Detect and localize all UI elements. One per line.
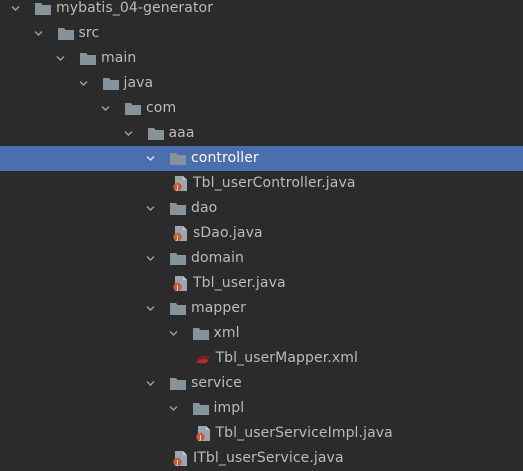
tree-folder-row[interactable]: aaa (0, 121, 523, 146)
tree-folder-row[interactable]: com (0, 96, 523, 121)
folder-icon (34, 0, 52, 17)
svg-text:J: J (176, 233, 179, 241)
tree-file-row[interactable]: Tbl_userMapper.xml (0, 346, 523, 371)
chevron-down-icon[interactable] (34, 29, 43, 38)
project-tree-rows: mybatis_04-generatorsrc main java com aaa con… (0, 0, 523, 471)
tree-node-label: mybatis_04-generator (56, 0, 214, 16)
tree-node-label: dao (191, 200, 218, 216)
java-file-icon: J (171, 225, 189, 242)
chevron-down-icon[interactable] (101, 104, 110, 113)
tree-folder-row[interactable]: domain (0, 246, 523, 271)
folder-icon (169, 375, 187, 392)
chevron-down-icon[interactable] (169, 329, 178, 338)
svg-text:J: J (176, 283, 179, 291)
tree-node-label: sDao.java (193, 225, 263, 241)
tree-node-label: Tbl_user.java (193, 275, 286, 291)
java-file-icon: J (171, 175, 189, 192)
java-file-icon: J (171, 450, 189, 467)
tree-folder-row[interactable]: xml (0, 321, 523, 346)
folder-icon (57, 25, 75, 42)
folder-icon (169, 200, 187, 217)
tree-file-row[interactable]: JsDao.java (0, 221, 523, 246)
tree-node-label: src (78, 25, 100, 41)
tree-folder-row[interactable]: service (0, 371, 523, 396)
chevron-down-icon[interactable] (124, 129, 133, 138)
tree-folder-row[interactable]: impl (0, 396, 523, 421)
tree-node-label: mapper (191, 300, 246, 316)
chevron-down-icon[interactable] (146, 304, 155, 313)
chevron-down-icon[interactable] (146, 379, 155, 388)
tree-node-label: service (191, 375, 242, 391)
tree-file-row[interactable]: J Tbl_user.java (0, 271, 523, 296)
tree-folder-row[interactable]: mybatis_04-generator (0, 0, 523, 21)
tree-node-label: Tbl_userServiceImpl.java (215, 425, 393, 441)
svg-text:J: J (198, 433, 201, 441)
tree-file-row[interactable]: J Tbl_userServiceImpl.java (0, 421, 523, 446)
tree-folder-row[interactable]: controller (0, 146, 523, 171)
tree-node-label: com (146, 100, 177, 116)
tree-node-label: impl (213, 400, 245, 416)
chevron-down-icon[interactable] (146, 204, 155, 213)
tree-node-label: controller (191, 150, 259, 166)
java-file-icon: J (194, 425, 212, 442)
java-file-icon: J (171, 275, 189, 292)
svg-text:J: J (176, 183, 179, 191)
tree-folder-row[interactable]: dao (0, 196, 523, 221)
folder-icon (169, 150, 187, 167)
chevron-down-icon[interactable] (146, 154, 155, 163)
tree-node-label: Tbl_userMapper.xml (215, 350, 358, 366)
tree-node-label: aaa (168, 125, 195, 141)
chevron-down-icon[interactable] (169, 404, 178, 413)
folder-icon (192, 325, 210, 342)
folder-icon (169, 250, 187, 267)
chevron-down-icon[interactable] (56, 54, 65, 63)
tree-folder-row[interactable]: src (0, 21, 523, 46)
tree-node-label: java (123, 75, 154, 91)
chevron-down-icon[interactable] (11, 4, 20, 13)
folder-icon (147, 125, 165, 142)
folder-icon (192, 400, 210, 417)
tree-node-label: ITbl_userService.java (193, 450, 344, 466)
folder-icon (79, 50, 97, 67)
tree-folder-row[interactable]: main (0, 46, 523, 71)
chevron-down-icon[interactable] (146, 254, 155, 263)
project-tree: mybatis_04-generatorsrc main java com aaa con… (0, 0, 523, 471)
svg-text:J: J (176, 458, 179, 466)
folder-icon (169, 300, 187, 317)
tree-folder-row[interactable]: java (0, 71, 523, 96)
tree-node-label: main (101, 50, 137, 66)
tree-folder-row[interactable]: mapper (0, 296, 523, 321)
chevron-down-icon[interactable] (79, 79, 88, 88)
tree-node-label: domain (191, 250, 245, 266)
tree-node-label: xml (213, 325, 240, 341)
folder-icon (124, 100, 142, 117)
tree-file-row[interactable]: J Tbl_userController.java (0, 171, 523, 196)
tree-node-label: Tbl_userController.java (193, 175, 356, 191)
tree-file-row[interactable]: J ITbl_userService.java (0, 446, 523, 471)
folder-icon (102, 75, 120, 92)
mybatis-bird-icon (194, 350, 212, 367)
